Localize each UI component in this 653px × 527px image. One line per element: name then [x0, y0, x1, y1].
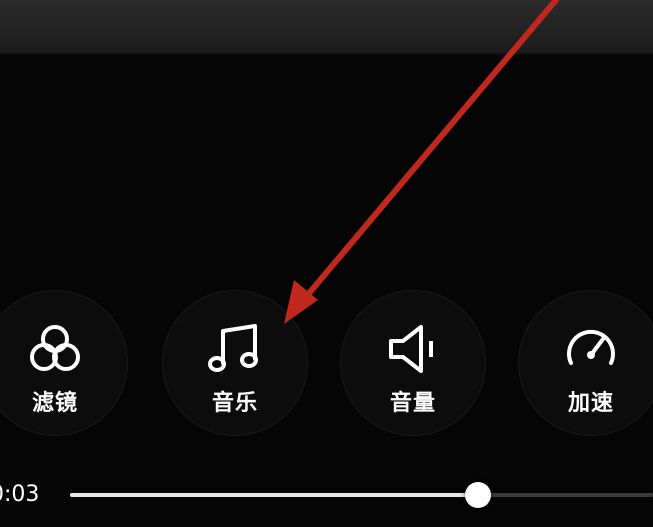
music-button[interactable]: 音乐: [162, 290, 308, 436]
progress-fill: [70, 493, 478, 497]
volume-button[interactable]: 音量: [340, 290, 486, 436]
filter-icon: [30, 325, 80, 371]
music-note-icon: [208, 324, 258, 372]
filter-label: 滤镜: [31, 391, 78, 416]
progress-track[interactable]: [70, 493, 653, 497]
video-preview: [0, 0, 653, 55]
music-label: 音乐: [211, 391, 258, 416]
speaker-icon: [389, 325, 433, 373]
progress-thumb[interactable]: [465, 482, 491, 508]
volume-label: 音量: [389, 391, 436, 416]
filter-button[interactable]: 滤镜: [0, 290, 128, 436]
playback-time: 0:03: [0, 482, 40, 507]
speed-label: 加速: [567, 391, 614, 416]
speed-button[interactable]: 加速: [518, 290, 653, 436]
annotation-arrow: [284, 0, 559, 324]
speedometer-icon: [567, 329, 615, 365]
